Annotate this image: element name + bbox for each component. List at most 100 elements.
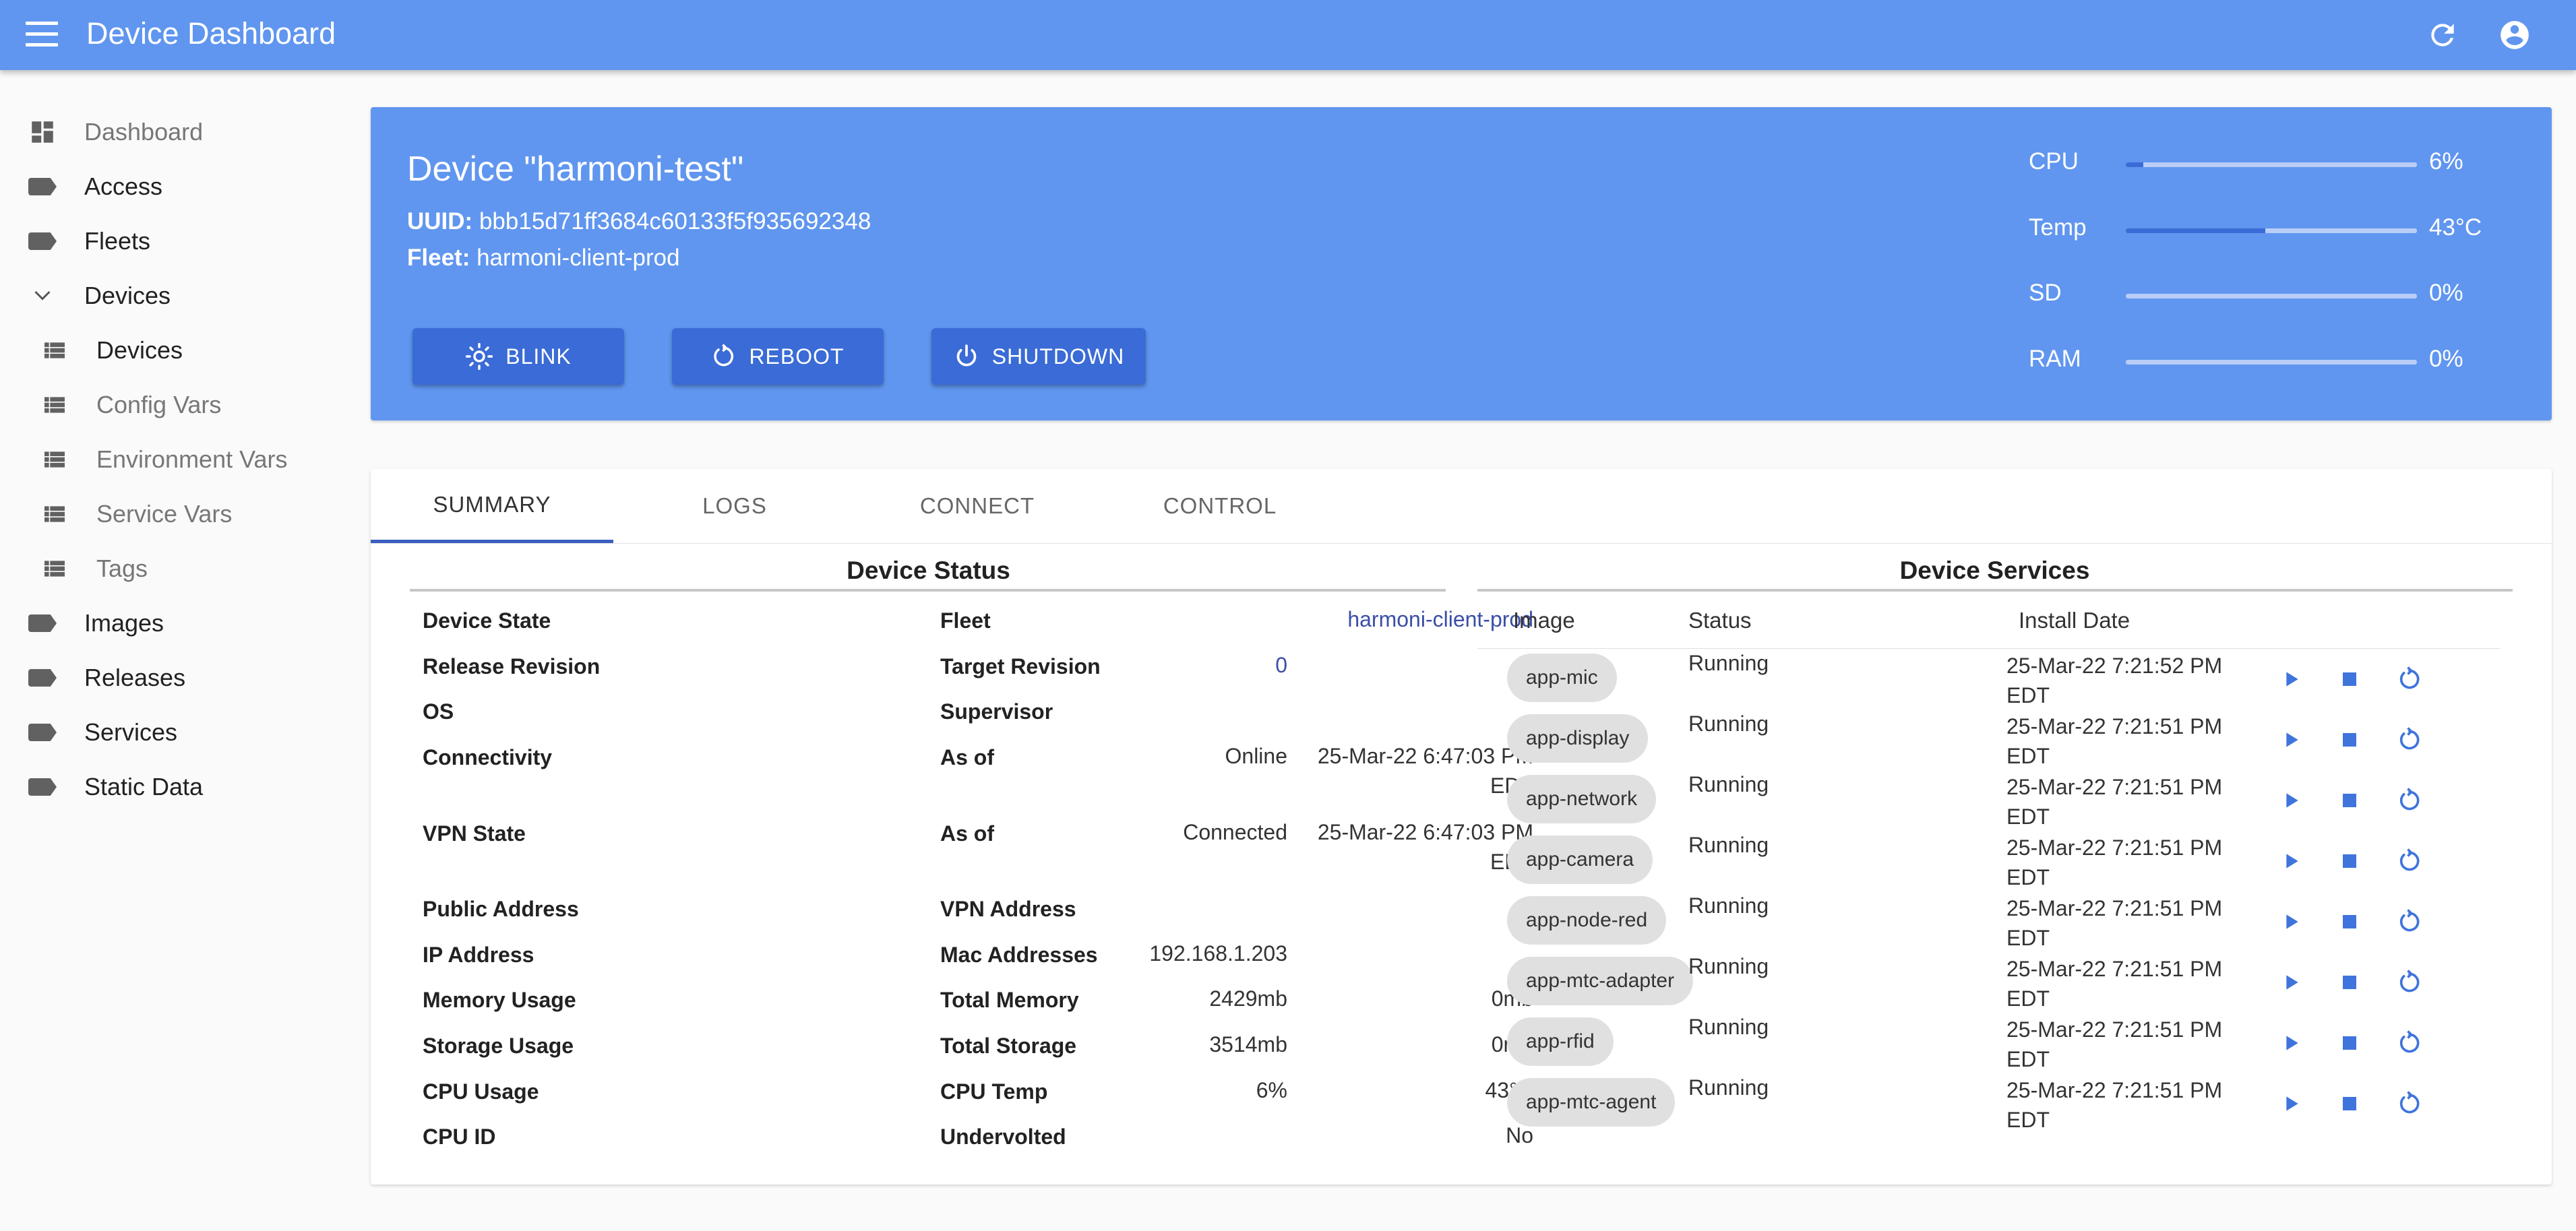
sidebar-item-service-vars-sub[interactable]: Service Vars [0,490,350,538]
play-icon[interactable] [2277,1090,2304,1117]
stat-value: 6% [2429,148,2463,175]
service-status: Running [1688,772,1769,796]
shutdown-button[interactable]: SHUTDOWN [931,328,1146,385]
tab-control[interactable]: CONTROL [1099,469,1341,543]
restart-icon[interactable] [2396,908,2423,935]
sidebar-item-tags-sub[interactable]: Tags [0,544,350,593]
sidebar-item-config-vars-sub[interactable]: Config Vars [0,381,350,429]
service-image-chip[interactable]: app-mtc-agent [1507,1078,1676,1127]
service-image-chip[interactable]: app-rfid [1507,1017,1614,1066]
restart-icon[interactable] [2396,1030,2423,1056]
service-install-date: 25-Mar-22 7:21:51 PM EDT [2006,1015,2249,1074]
install-date-line: 25-Mar-22 7:21:51 PM [2006,957,2223,981]
play-icon[interactable] [2277,969,2304,996]
tab-logs[interactable]: LOGS [613,469,856,543]
play-icon[interactable] [2277,666,2304,693]
stat-progress-bar [2126,162,2417,167]
table-row: app-display Running 25-Mar-22 7:21:51 PM ED… [371,712,2552,772]
column-header-status: Status [1688,608,1752,633]
stop-icon[interactable] [2336,1030,2363,1056]
stat-value: 0% [2429,280,2463,306]
sidebar-item-services[interactable]: Services [0,708,350,757]
refresh-icon[interactable] [2426,18,2459,52]
service-image-chip[interactable]: app-display [1507,714,1649,763]
stop-icon[interactable] [2336,1090,2363,1117]
sidebar-item-static-data[interactable]: Static Data [0,763,350,811]
label-icon [27,608,58,639]
restart-icon[interactable] [2396,666,2423,693]
device-detail-panel: SUMMARY LOGS CONNECT CONTROL Device Status … [371,469,2552,1185]
reboot-label: REBOOT [749,344,845,369]
stat-value: 43°C [2429,214,2482,241]
play-icon[interactable] [2277,787,2304,814]
service-image-chip[interactable]: app-node-red [1507,896,1667,945]
tab-summary[interactable]: SUMMARY [371,469,613,543]
service-image-chip[interactable]: app-mtc-adapter [1507,957,1694,1005]
service-image-chip[interactable]: app-camera [1507,835,1653,884]
label-icon [27,717,58,748]
stop-icon[interactable] [2336,726,2363,753]
install-date-line: 25-Mar-22 7:21:51 PM [2006,1078,2223,1102]
stop-icon[interactable] [2336,666,2363,693]
reboot-button[interactable]: REBOOT [672,328,884,385]
tab-connect[interactable]: CONNECT [856,469,1099,543]
column-header-image: Image [1513,608,1575,633]
play-icon[interactable] [2277,1030,2304,1056]
restart-icon[interactable] [2396,969,2423,996]
play-icon[interactable] [2277,908,2304,935]
sidebar-item-fleets[interactable]: Fleets [0,217,350,265]
service-status: Running [1688,833,1769,857]
stat-label: Temp [2029,214,2087,241]
sidebar-item-label: Static Data [84,773,204,800]
restart-icon[interactable] [2396,787,2423,814]
restart-icon[interactable] [2396,848,2423,875]
sidebar-item-dashboard[interactable]: Dashboard [0,108,350,156]
stop-icon[interactable] [2336,848,2363,875]
device-status-title: Device Status [847,557,1010,584]
service-image-chip[interactable]: app-mic [1507,654,1617,702]
service-status: Running [1688,1015,1769,1039]
play-icon[interactable] [2277,848,2304,875]
install-date-tz: EDT [2006,804,2050,829]
install-date-tz: EDT [2006,1108,2050,1132]
sidebar-item-devices[interactable]: Devices [0,272,350,320]
install-date-line: 25-Mar-22 7:21:52 PM [2006,654,2223,678]
blink-button[interactable]: BLINK [412,328,624,385]
sidebar-item-label: Devices [84,282,171,309]
install-date-tz: EDT [2006,744,2050,768]
service-install-date: 25-Mar-22 7:21:52 PM EDT [2006,651,2249,710]
sidebar-item-environment-vars-sub[interactable]: Environment Vars [0,435,350,484]
device-status-divider [410,589,1446,592]
stop-icon[interactable] [2336,787,2363,814]
stat-progress-bar [2126,360,2417,365]
label-icon [27,662,58,693]
power-icon [956,344,977,367]
install-date-tz: EDT [2006,1047,2050,1071]
sidebar-item-images[interactable]: Images [0,599,350,648]
services-header-divider [1477,648,2501,649]
stop-icon[interactable] [2336,969,2363,996]
restart-icon[interactable] [2396,1090,2423,1117]
sidebar-item-devices-sub[interactable]: Devices [0,326,350,375]
chevron-down-icon [27,280,58,311]
label-icon [27,171,58,202]
install-date-line: 25-Mar-22 7:21:51 PM [2006,1017,2223,1042]
stop-icon[interactable] [2336,908,2363,935]
blink-label: BLINK [505,344,572,369]
sidebar-item-access[interactable]: Access [0,162,350,211]
restart-icon[interactable] [2396,726,2423,753]
list-icon [39,499,70,530]
service-install-date: 25-Mar-22 7:21:51 PM EDT [2006,833,2249,892]
uuid-value: bbb15d71ff3684c60133f5f935692348 [479,208,871,234]
service-image-chip[interactable]: app-network [1507,775,1657,823]
table-row: app-camera Running 25-Mar-22 7:21:51 PM EDT [371,833,2552,893]
play-icon[interactable] [2277,726,2304,753]
status-value[interactable]: harmoni-client-prod [1163,604,1533,634]
app-bar: Device Dashboard [0,0,2576,70]
uuid-label: UUID: [407,208,473,234]
table-row: app-node-red Running 25-Mar-22 7:21:51 PM E… [371,893,2552,954]
sidebar-item-releases[interactable]: Releases [0,654,350,702]
account-icon[interactable] [2498,18,2532,52]
menu-icon[interactable] [26,22,58,49]
status-key: Fleet [940,608,991,633]
